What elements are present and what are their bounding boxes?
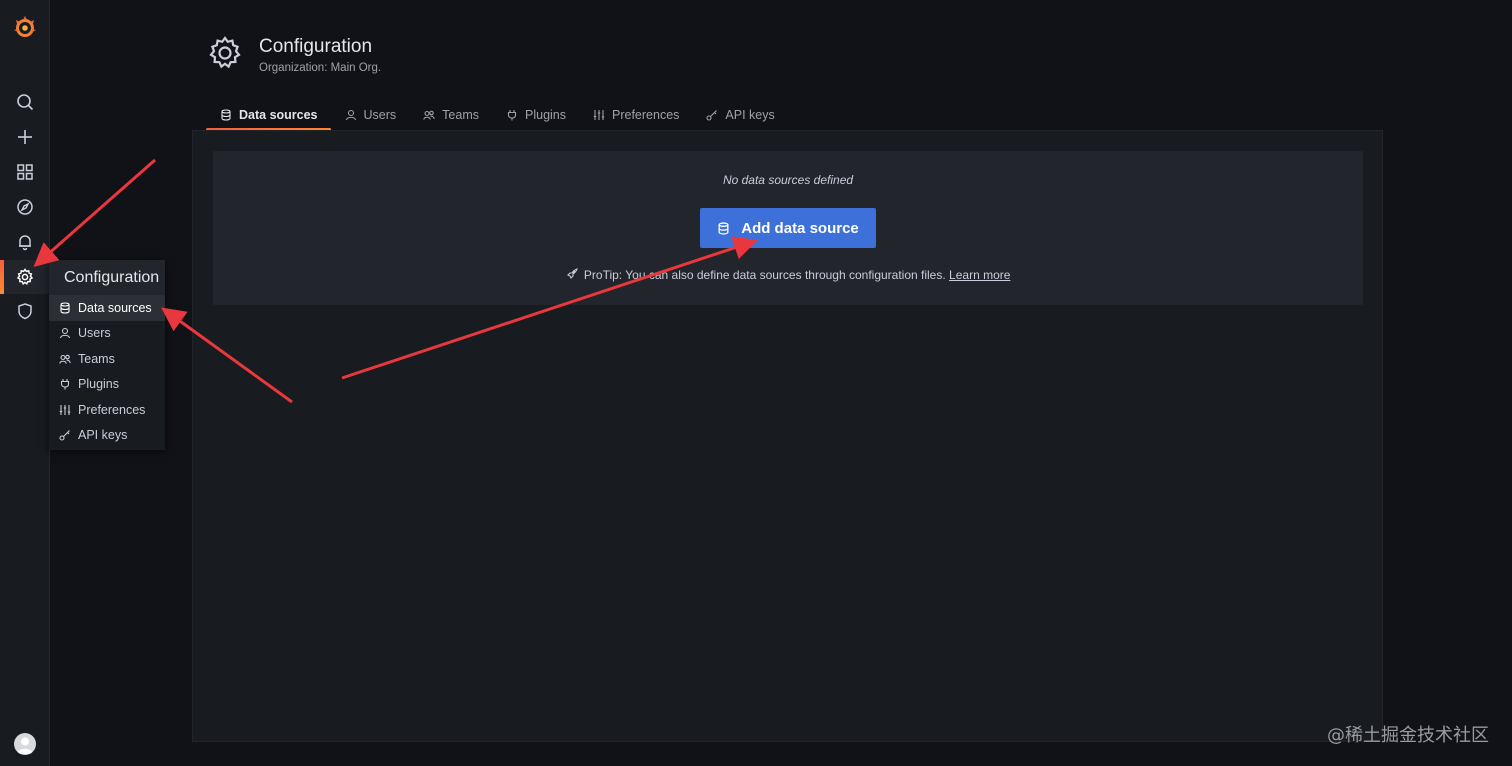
tab-teams[interactable]: Teams — [409, 100, 492, 131]
tab-api-keys[interactable]: API keys — [692, 100, 787, 131]
tab-preferences[interactable]: Preferences — [579, 100, 692, 131]
tab-label: Teams — [442, 107, 479, 122]
plug-icon — [60, 379, 70, 390]
flyout-item-api-keys[interactable]: API keys — [49, 423, 165, 449]
flyout-title[interactable]: Configuration — [49, 260, 165, 295]
rocket-icon — [566, 268, 578, 279]
tab-label: Plugins — [525, 107, 566, 122]
sidebar — [0, 0, 50, 766]
user-avatar[interactable] — [14, 733, 36, 755]
page-subtitle: Organization: Main Org. — [259, 62, 382, 74]
learn-more-link[interactable]: Learn more — [949, 268, 1010, 282]
empty-state-box: No data sources defined Add data source … — [213, 151, 1363, 305]
flyout-item-label: Users — [78, 326, 111, 341]
add-data-source-label: Add data source — [741, 219, 859, 237]
plug-icon — [507, 109, 517, 120]
flyout-item-preferences[interactable]: Preferences — [49, 397, 165, 423]
gear-icon[interactable] — [0, 260, 50, 294]
add-data-source-button[interactable]: Add data source — [700, 208, 876, 248]
flyout-item-label: Preferences — [78, 402, 146, 417]
flyout-item-plugins[interactable]: Plugins — [49, 372, 165, 398]
search-icon[interactable] — [0, 85, 50, 119]
key-icon — [59, 430, 70, 441]
shield-icon[interactable] — [0, 294, 50, 328]
tab-label: Data sources — [239, 107, 318, 122]
tab-plugins[interactable]: Plugins — [492, 100, 579, 131]
grafana-logo-icon[interactable] — [12, 14, 38, 40]
protip-text: ProTip: You can also define data sources… — [583, 268, 946, 282]
arrow-to-gear-icon — [33, 158, 156, 267]
page-title: Configuration — [259, 36, 373, 57]
user-icon — [59, 328, 71, 339]
tab-users[interactable]: Users — [331, 100, 410, 131]
flyout-item-label: API keys — [78, 428, 128, 443]
key-icon — [706, 109, 718, 121]
page-gear-icon — [209, 36, 241, 69]
sliders-icon — [59, 404, 71, 415]
empty-state-title: No data sources defined — [722, 173, 854, 187]
compass-icon[interactable] — [0, 190, 50, 224]
database-icon — [718, 221, 729, 235]
tab-data-sources[interactable]: Data sources — [206, 100, 331, 131]
flyout-item-data-sources[interactable]: Data sources — [49, 295, 165, 321]
users-icon — [423, 110, 435, 120]
users-icon — [59, 354, 71, 364]
tab-label: Users — [363, 107, 397, 122]
flyout-item-users[interactable]: Users — [49, 321, 165, 347]
user-icon — [345, 109, 356, 120]
sliders-icon — [593, 109, 605, 120]
tab-label: API keys — [725, 107, 775, 122]
config-tabs: Data sources Users Teams Plugins Prefere… — [206, 100, 788, 131]
database-icon — [60, 302, 70, 314]
flyout-item-label: Data sources — [78, 300, 152, 315]
flyout-item-teams[interactable]: Teams — [49, 346, 165, 372]
dashboards-icon[interactable] — [0, 155, 50, 189]
tab-label: Preferences — [612, 107, 680, 122]
flyout-item-label: Teams — [78, 351, 115, 366]
flyout-item-label: Plugins — [78, 377, 119, 392]
protip: ProTip: You can also define data sources… — [213, 268, 1363, 282]
database-icon — [221, 108, 231, 121]
bell-icon[interactable] — [0, 225, 50, 259]
watermark: @稀土掘金技术社区 — [1327, 725, 1489, 746]
plus-icon[interactable] — [0, 120, 50, 154]
configuration-flyout-menu: Configuration Data sources Users Teams P… — [49, 260, 165, 450]
